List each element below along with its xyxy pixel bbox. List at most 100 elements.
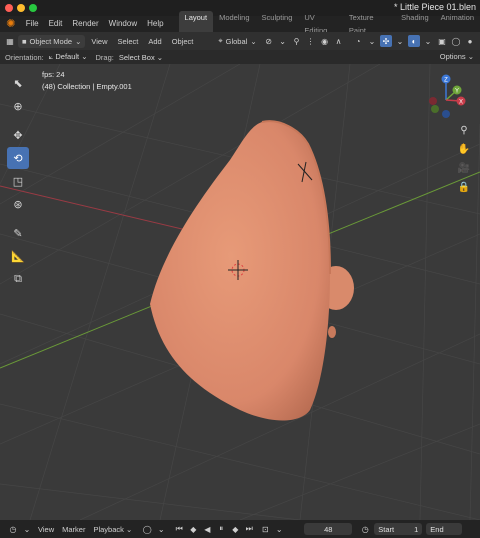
visibility-icon[interactable]: ◔ [352, 35, 364, 47]
select-menu[interactable]: Select [113, 35, 142, 48]
minimize-window-button[interactable] [17, 4, 25, 12]
blender-logo-icon[interactable]: ✺ [4, 17, 18, 31]
snap-options-icon[interactable]: ⋮ [305, 35, 317, 47]
solid-shading-icon[interactable]: ● [464, 35, 476, 47]
gizmo-z-label: Z [444, 78, 448, 84]
pivot-point-icon[interactable]: ⊘ [263, 35, 275, 47]
add-cube-icon[interactable]: ⧉ [7, 268, 29, 290]
camera-icon[interactable]: 🎥 [456, 160, 472, 176]
clock-icon[interactable]: ◷ [360, 525, 370, 534]
orientation-label: Orientation: [5, 52, 44, 62]
prev-keyframe-icon[interactable]: ◆ [188, 525, 198, 534]
tool-settings-bar: Orientation: ⟀ Default ⌄ Drag: Select Bo… [0, 50, 480, 64]
model-mesh [150, 120, 354, 421]
navigation-gizmo[interactable]: Z Y X [422, 74, 472, 124]
scale-icon[interactable]: ◳ [7, 170, 29, 192]
object-menu[interactable]: Object [168, 35, 198, 48]
transform-icon[interactable]: ⊛ [7, 193, 29, 215]
pan-hand-icon[interactable]: ✋ [456, 141, 472, 157]
drag-dropdown[interactable]: Select Box ⌄ [119, 53, 163, 62]
start-value: 1 [414, 524, 419, 534]
start-frame-field[interactable]: Start 1 [374, 523, 423, 535]
gizmo-y-label: Y [455, 89, 459, 95]
options-dropdown[interactable]: Options ⌄ [440, 52, 474, 61]
left-toolbar: ⬉ ⊕ ✥ ⟲ ◳ ⊛ ✎ 📐 ⧉ [7, 72, 29, 291]
chevron-down-icon[interactable]: ⌄ [22, 525, 32, 534]
annotate-icon[interactable]: ✎ [7, 222, 29, 244]
fps-readout: fps: 24 [42, 70, 65, 79]
menu-file[interactable]: File [21, 16, 44, 32]
viewport-scene [0, 64, 480, 520]
rotate-icon[interactable]: ⟲ [7, 147, 29, 169]
timeline-editor-icon[interactable]: ◷ [8, 525, 18, 534]
select-cursor-icon[interactable]: ⬉ [7, 72, 29, 94]
chevron-down-icon: ⌄ [75, 36, 82, 46]
timeline-marker-menu[interactable]: Marker [62, 525, 85, 534]
timeline-view-menu[interactable]: View [38, 525, 54, 534]
jump-start-icon[interactable]: ⏮ [174, 524, 184, 534]
lock-icon[interactable]: 🔒 [456, 179, 472, 195]
chevron-down-icon: ⌄ [79, 52, 88, 61]
falloff-icon[interactable]: ∧ [333, 35, 345, 47]
wireframe-shading-icon[interactable]: ◯ [450, 35, 462, 47]
maximize-window-button[interactable] [29, 4, 37, 12]
3d-viewport[interactable]: fps: 24 (48) Collection | Empty.001 [0, 64, 480, 520]
menu-help[interactable]: Help [142, 16, 168, 32]
zoom-icon[interactable]: ⚲ [456, 122, 472, 138]
chevron-down-icon[interactable]: ⌄ [274, 525, 284, 534]
start-label: Start [378, 524, 395, 534]
chevron-down-icon: ⌄ [250, 36, 257, 46]
gizmo-toggle-icon[interactable]: ⌄ [366, 35, 378, 47]
chevron-down-icon: ⌄ [154, 52, 164, 62]
close-window-button[interactable] [5, 4, 13, 12]
transform-orientation-dropdown[interactable]: ⌖ Global ⌄ [214, 35, 260, 48]
end-label: End [430, 524, 444, 534]
options-label: Options [439, 52, 466, 61]
end-frame-field[interactable]: End [426, 523, 463, 535]
drag-value: Select Box [118, 52, 155, 62]
proportional-edit-icon[interactable]: ◉ [319, 35, 331, 47]
keyframe-options-icon[interactable]: ⌄ [156, 525, 166, 534]
editor-type-icon[interactable]: ▦ [4, 35, 16, 47]
transform-orientation-label: Global [225, 36, 248, 46]
object-mode-icon: ■ [22, 36, 27, 46]
overlay-dropdown-icon[interactable]: ⌄ [422, 35, 434, 47]
overlay-options-icon[interactable]: ⌄ [394, 35, 406, 47]
pause-icon[interactable]: ⏸ [216, 524, 226, 534]
timeline-bar: ◷ ⌄ View Marker Playback ⌄ ◯ ⌄ ⏮ ◆ ◀ ⏸ ◆… [0, 520, 480, 538]
view-menu[interactable]: View [87, 35, 111, 48]
menu-render[interactable]: Render [67, 16, 103, 32]
chevron-down-icon: ⌄ [465, 52, 474, 61]
play-reverse-icon[interactable]: ◀ [202, 525, 212, 534]
record-icon[interactable]: ◯ [142, 525, 152, 534]
auto-key-icon[interactable]: ⊡ [260, 525, 270, 534]
snap-icon[interactable]: ⌄ [277, 35, 289, 47]
gizmo-neg-z-axis [442, 110, 450, 118]
gizmo-neg-x-axis [429, 97, 437, 105]
timeline-playback-menu[interactable]: Playback ⌄ [93, 525, 132, 534]
gizmo-icon[interactable]: ✣ [380, 35, 392, 47]
mode-label: Object Mode [29, 36, 73, 46]
snapping-icon[interactable]: ⚲ [291, 35, 303, 47]
menu-edit[interactable]: Edit [44, 16, 68, 32]
measure-icon[interactable]: 📐 [7, 245, 29, 267]
cursor-icon[interactable]: ⊕ [7, 95, 29, 117]
move-icon[interactable]: ✥ [7, 124, 29, 146]
orientation-dropdown[interactable]: ⟀ Default ⌄ [49, 52, 88, 62]
gizmo-x-label: X [459, 100, 463, 106]
menu-window[interactable]: Window [104, 16, 142, 32]
xray-icon[interactable]: ▣ [436, 35, 448, 47]
overlays-icon[interactable]: ◐ [408, 35, 420, 47]
next-keyframe-icon[interactable]: ◆ [230, 525, 240, 534]
jump-end-icon[interactable]: ⏭ [244, 524, 254, 534]
top-menu-bar: ✺ File Edit Render Window Help Layout Mo… [0, 11, 480, 37]
current-frame-field[interactable]: 48 [304, 523, 353, 535]
drag-label: Drag: [95, 52, 114, 62]
add-menu[interactable]: Add [144, 35, 165, 48]
mode-dropdown[interactable]: ■ Object Mode ⌄ [18, 34, 86, 48]
gizmo-neg-y-axis [431, 105, 439, 113]
viewport-header: ▦ ■ Object Mode ⌄ View Select Add Object… [0, 32, 480, 50]
chevron-down-icon: ⌄ [123, 524, 133, 534]
orientation-icon: ⌖ [218, 36, 223, 45]
orientation-value: Default [55, 52, 80, 61]
